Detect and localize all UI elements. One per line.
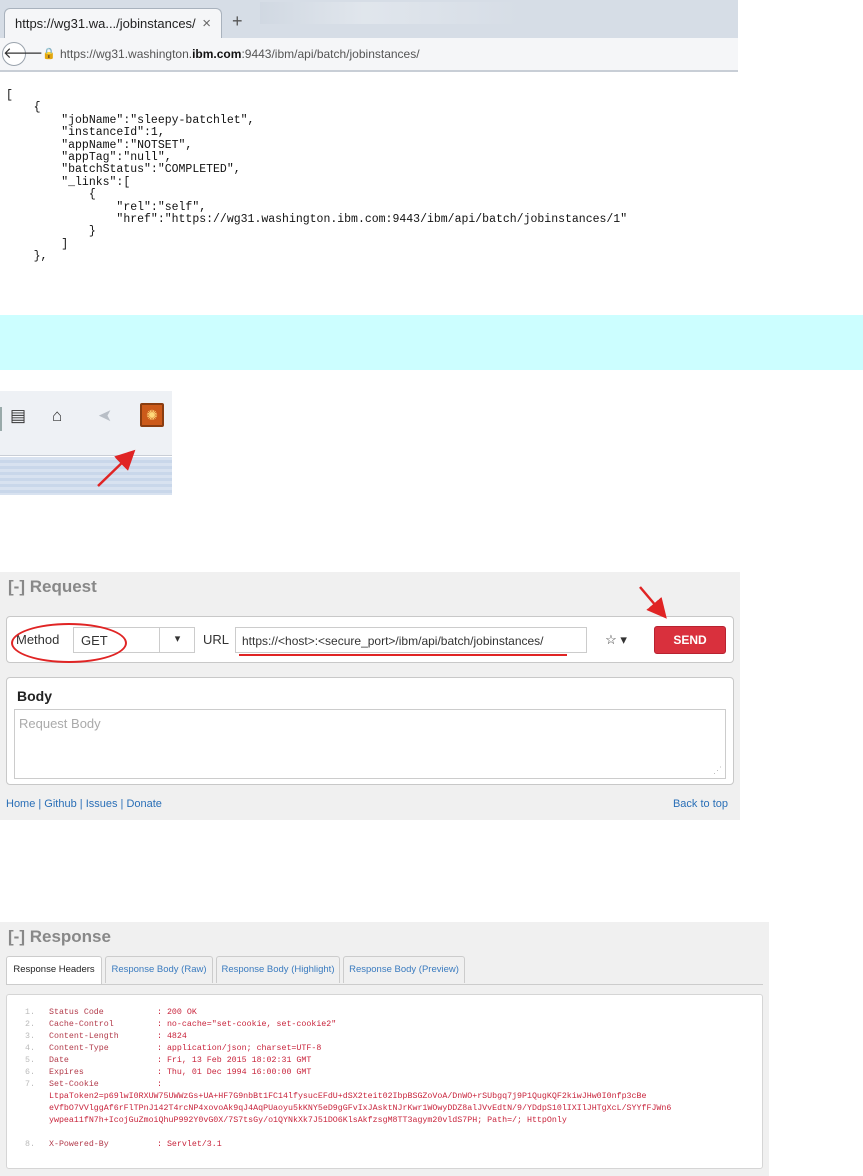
response-panel: [-] Response Response Headers Response B… — [0, 922, 769, 1176]
url-highlight-underline — [239, 654, 567, 656]
response-title[interactable]: [-] Response — [8, 927, 111, 947]
request-form: Method GET ▾ URL https://<host>:<secure_… — [6, 616, 734, 663]
header-row: 1. Status Code: 200 OK — [25, 1008, 197, 1017]
body-section: Body Request Body ⋰ — [6, 677, 734, 785]
close-icon[interactable]: × — [202, 15, 211, 32]
response-headers-box: 1. Status Code: 200 OK 2. Cache-Control: n… — [6, 994, 763, 1169]
request-title[interactable]: [-] Request — [8, 577, 97, 597]
tab-response-body-highlight[interactable]: Response Body (Highlight) — [216, 956, 340, 983]
response-headers-list: 1. Status Code: 200 OK 2. Cache-Control: n… — [7, 1007, 764, 1091]
send-button[interactable]: SEND — [654, 626, 726, 654]
set-cookie-value: LtpaToken2=p69lwI0RXUW75UWWzGs+UA+HF7G9n… — [49, 1092, 672, 1125]
url-input[interactable]: https://<host>:<secure_port>/ibm/api/bat… — [235, 627, 587, 653]
new-tab-icon[interactable]: + — [232, 11, 243, 32]
footer-links[interactable]: Home | Github | Issues | Donate — [6, 798, 162, 810]
toolbar-bottom-bar — [0, 457, 172, 495]
home-icon[interactable]: ⌂ — [52, 406, 62, 426]
toolbar-separator — [0, 407, 2, 431]
request-body-textarea[interactable]: Request Body ⋰ — [14, 709, 726, 779]
back-to-top-link[interactable]: Back to top — [673, 798, 728, 810]
clipboard-list-icon[interactable]: ▤ — [10, 406, 26, 426]
resize-grip-icon[interactable]: ⋰ — [713, 765, 722, 776]
header-row: 7. Set-Cookie: — [25, 1080, 162, 1089]
browser-toolbar: ▤ ⌂ ➤ ✺ — [0, 391, 172, 495]
browser-window: https://wg31.wa.../jobinstances/ × + 🡐 🔒… — [0, 0, 738, 72]
tab-strip: https://wg31.wa.../jobinstances/ × + — [0, 0, 738, 39]
header-row: 8. X-Powered-By: Servlet/3.1 — [25, 1140, 222, 1149]
back-arrow-icon[interactable]: 🡐 — [2, 42, 43, 66]
method-highlight-ellipse — [11, 623, 127, 663]
highlight-band — [0, 315, 863, 370]
header-row: 3. Content-Length: 4824 — [25, 1032, 187, 1041]
address-bar[interactable]: https://wg31.washington.ibm.com:9443/ibm… — [60, 47, 420, 61]
body-title: Body — [17, 688, 52, 704]
browser-tab[interactable]: https://wg31.wa.../jobinstances/ × — [4, 8, 222, 39]
restclient-plugin-icon[interactable]: ✺ — [140, 403, 164, 427]
tab-title: https://wg31.wa.../jobinstances/ — [15, 16, 196, 31]
tab-response-body-raw[interactable]: Response Body (Raw) — [105, 956, 213, 983]
json-response-body: [ { "jobName":"sleepy-batchlet", "instan… — [6, 89, 628, 264]
url-label: URL — [203, 632, 230, 647]
tab-response-body-preview[interactable]: Response Body (Preview) — [343, 956, 465, 983]
header-row: 6. Expires: Thu, 01 Dec 1994 16:00:00 GMT — [25, 1068, 312, 1077]
tab-response-headers[interactable]: Response Headers — [6, 956, 102, 984]
chevron-down-icon[interactable]: ▾ — [159, 627, 195, 653]
navigation-bar: 🡐 🔒 https://wg31.washington.ibm.com:9443… — [0, 38, 738, 72]
send-icon[interactable]: ➤ — [98, 406, 112, 426]
request-panel: [-] Request Method GET ▾ URL https://<ho… — [0, 572, 740, 820]
header-row: 4. Content-Type: application/json; charse… — [25, 1044, 322, 1053]
header-row: 2. Cache-Control: no-cache="set-cookie, s… — [25, 1020, 337, 1029]
header-row: 5. Date: Fri, 13 Feb 2015 18:02:31 GMT — [25, 1056, 312, 1065]
favorite-star-icon[interactable]: ☆ ▾ — [587, 627, 645, 653]
lock-icon: 🔒 — [42, 48, 56, 60]
